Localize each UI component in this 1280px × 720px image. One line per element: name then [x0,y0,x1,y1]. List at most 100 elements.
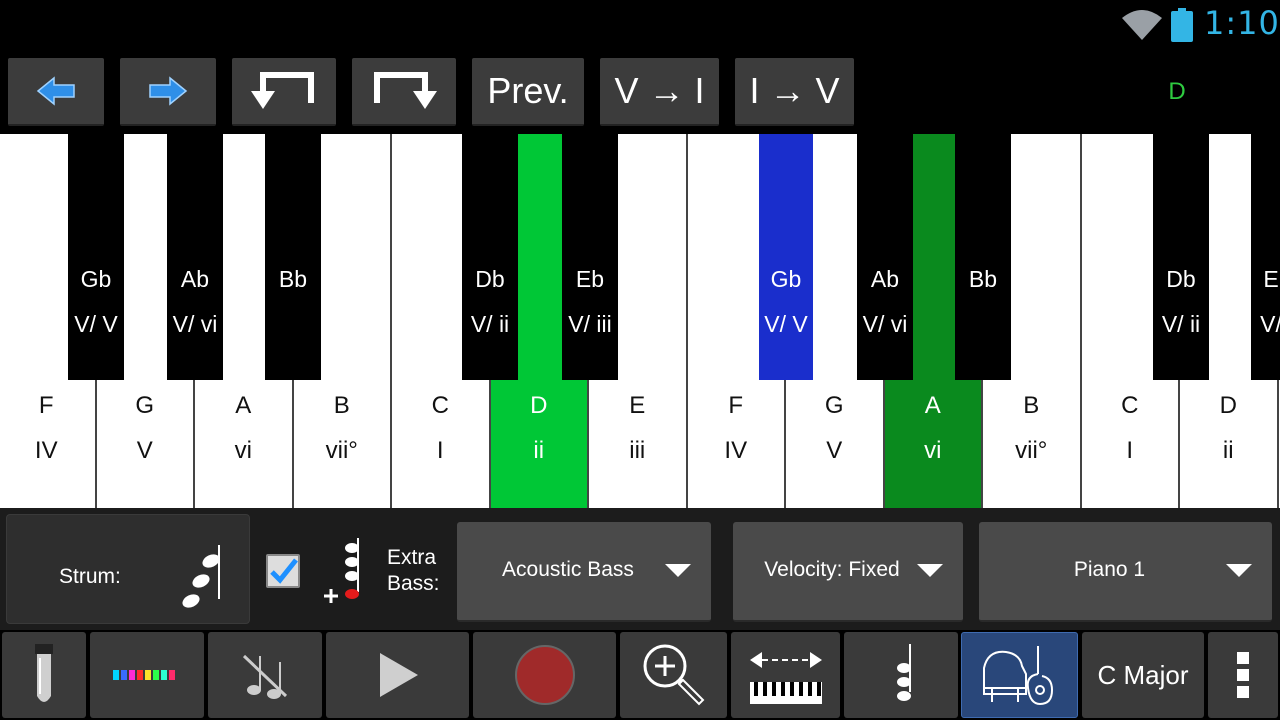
plus-bass-note-icon [324,538,359,603]
arpeggio-note-icon [182,545,220,608]
key-select-label: C Major [1097,659,1189,690]
white-key-degree: V [136,437,153,464]
black-key-degree: V/ ii [1161,311,1201,337]
color-bars-button[interactable] [90,632,204,718]
chevron-down-icon [665,564,691,577]
no-notes-icon [242,654,288,699]
white-key-note: D [530,392,548,419]
black-key-degree: V/ ii [470,311,510,337]
chord-note-icon [897,644,911,701]
black-key[interactable]: E V/ [1251,134,1280,380]
black-key-note: Bb [968,266,998,292]
extra-bass-label: Extra Bass: [387,546,440,595]
white-key-degree: ii [533,437,545,464]
play-icon [379,653,418,697]
white-key-degree: vii° [325,437,358,464]
piano-guitar-icon [982,646,1053,706]
black-key[interactable]: Bb [265,134,321,380]
white-key-degree: iii [629,437,646,464]
velocity-dropdown[interactable]: Velocity: Fixed [733,522,963,622]
v-to-i-button[interactable]: V → I [600,58,719,126]
chord-note-button[interactable] [844,632,958,718]
white-key-note: A [924,392,941,419]
strum-label: Strum: [59,565,121,588]
piano-keyboard: F IV G V Avi Bvii° C I Dii Eiii F IV G V Avi Bvii° C I Dii… [0,134,1280,508]
status-clock: 1:10 [1204,4,1280,42]
black-key-note: Ab [870,266,900,292]
extra-bass-checkbox[interactable] [266,554,300,588]
status-bar: 1:10 [0,0,1280,50]
white-key-degree: ii [1222,437,1234,464]
test-tube-button[interactable] [2,632,86,718]
white-key-degree: vi [924,437,942,464]
no-notes-button[interactable] [208,632,322,718]
white-key-note: C [431,392,449,419]
overflow-menu-button[interactable] [1208,632,1278,718]
black-key[interactable]: Db V/ ii [462,134,518,380]
rewind-back-icon [251,72,314,109]
black-key-note: Db [1166,266,1196,292]
white-key-degree: I [436,437,444,464]
black-key-note: Eb [575,266,605,292]
key-select-button[interactable]: C Major [1082,632,1204,718]
checkmark-icon [270,558,298,584]
white-key-note: F [38,392,54,419]
bass-instrument-dropdown[interactable]: Acoustic Bass [457,522,711,622]
white-key-degree: I [1126,437,1134,464]
white-key-note: E [629,392,646,419]
forward-down-button[interactable] [352,58,456,126]
black-key-degree: V/ vi [862,311,908,337]
black-key-degree: V/ iii [568,311,612,337]
black-key[interactable]: Ab V/ vi [167,134,223,380]
black-key[interactable]: Eb V/ iii [562,134,618,380]
controls-panel: Strum: Extra Bass: Acoustic Bass Velocit… [0,508,1280,630]
piano-guitar-button[interactable] [961,632,1078,718]
white-key-degree: IV [34,437,58,464]
black-key[interactable]: Bb [955,134,1011,380]
scroll-keyboard-icon [749,652,822,704]
highlight-strip [519,134,562,380]
white-key-note: A [235,392,252,419]
black-key-note: Gb [80,266,112,292]
arrow-left-icon [36,76,75,106]
battery-icon [1171,8,1193,42]
black-key-note: Ab [180,266,210,292]
test-tube-icon [35,644,53,702]
white-key-note: B [1023,392,1040,419]
black-key[interactable]: Gb V/ V [68,134,124,380]
black-key-degree: V/ vi [172,311,218,337]
play-button[interactable] [326,632,469,718]
black-key[interactable]: Ab V/ vi [857,134,913,380]
black-key-note: Gb [770,266,802,292]
black-key-note: E [1263,266,1279,292]
black-key-note: Db [475,266,505,292]
overflow-menu-icon [1237,652,1249,698]
white-key-note: F [728,392,744,419]
color-bars-icon [113,670,175,680]
i-to-v-button[interactable]: I → V [735,58,854,126]
scroll-keyboard-button[interactable] [731,632,840,718]
black-key[interactable]: Gb V/ V [759,134,813,380]
zoom-button[interactable] [620,632,727,718]
record-button[interactable] [473,632,616,718]
prev-button[interactable]: Prev. [472,58,584,126]
instrument-dropdown[interactable]: Piano 1 [979,522,1272,622]
black-key[interactable]: Db V/ ii [1153,134,1209,380]
black-key-degree: V/ V [74,311,118,337]
white-key-note: G [135,392,155,419]
white-key-note: G [824,392,844,419]
arrow-left-button[interactable] [8,58,104,126]
wifi-icon [1122,10,1162,40]
arrow-right-icon [149,76,188,106]
white-key-note: B [333,392,350,419]
arrow-right-button[interactable] [120,58,216,126]
chevron-down-icon [917,564,943,577]
rewind-back-button[interactable] [232,58,336,126]
strum-button[interactable]: Strum: [6,514,250,624]
white-key-degree: V [826,437,843,464]
white-key-degree: vi [234,437,252,464]
velocity-value: Velocity: Fixed [764,558,900,581]
forward-down-icon [374,72,437,109]
highlight-strip [913,134,955,380]
instrument-value: Piano 1 [1073,558,1146,581]
